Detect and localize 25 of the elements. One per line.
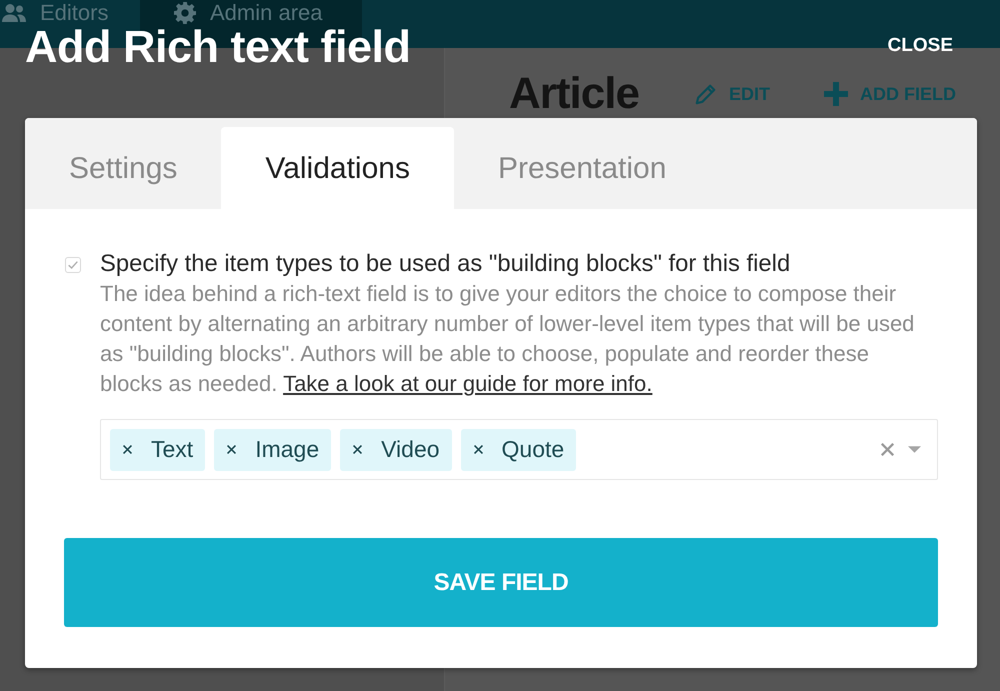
plus-icon [824,82,848,106]
remove-icon[interactable] [227,445,236,454]
remove-icon[interactable] [123,445,132,454]
tag-label: Video [381,435,440,464]
save-field-button[interactable]: SAVE FIELD [64,538,938,627]
clear-icon[interactable] [881,443,894,456]
tag-label: Quote [502,435,564,464]
remove-icon[interactable] [353,445,362,454]
nav-link[interactable]: Editors [2,0,108,26]
field-description: The idea behind a rich-text field is to give your editors the choice to compose their content by alternating an arbitrary number of lower-level item types that will be used as "building blocks". Authors will be able to choose, populate and reorder these blocks as needed. Take a look at our guide for more info. [100,280,916,398]
check-icon [68,261,78,269]
tag-label: Text [151,435,194,464]
pencil-icon [694,83,717,105]
page-title: Article [509,71,639,117]
checkbox-label: Specify the item types to be used as "building blocks" for this field [100,249,792,279]
tag-label: Image [255,435,320,464]
remove-icon[interactable] [474,445,483,454]
users-icon [2,4,26,22]
item-types-select[interactable]: Text Image Video Quote [100,419,938,480]
tab[interactable]: Validations [221,127,454,209]
gear-icon [174,2,196,24]
tab[interactable]: Settings [25,127,222,209]
close-button[interactable]: CLOSE [888,32,953,60]
tab[interactable]: Presentation [454,127,710,209]
dialog-title: Add Rich text field [25,24,411,68]
